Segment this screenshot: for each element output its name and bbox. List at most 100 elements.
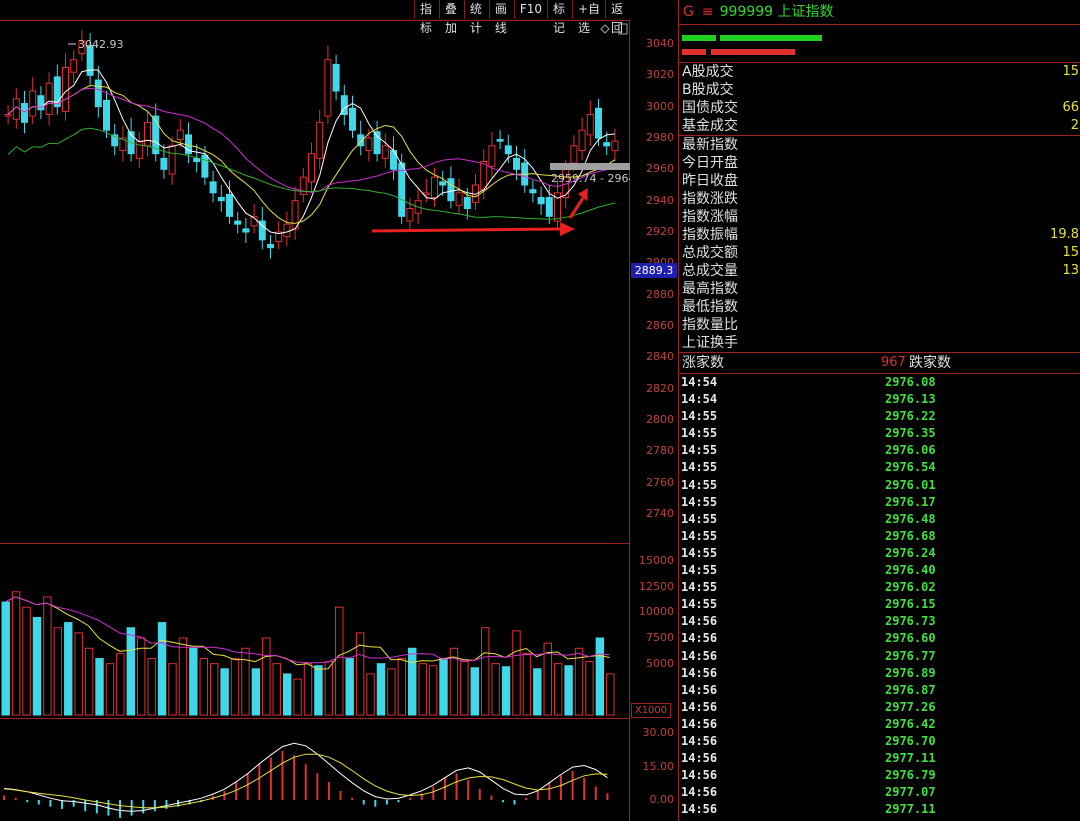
toolbar-button[interactable]: 画线 [488, 0, 514, 35]
volume-tick-label: 7500 [646, 631, 674, 644]
down-count-label: 跌家数 [909, 355, 951, 371]
candle-body [431, 176, 438, 199]
stat-row-label: 今日开盘 [682, 155, 738, 171]
candle-body [209, 181, 217, 194]
stat-row-label: 指数量比 [682, 317, 738, 333]
tick-price: 2976.70 [885, 733, 936, 748]
tick-row: 14:54 2976.13 [679, 391, 1080, 408]
tick-time: 14:56 [681, 648, 718, 663]
candle-body [226, 193, 233, 217]
toolbar-button[interactable]: 叠加 [438, 0, 464, 35]
volume-bar [480, 627, 490, 716]
price-tick-label: 2740 [646, 507, 674, 520]
menu-icon[interactable]: ≡ [702, 4, 714, 20]
stat-row: 总成交量 13 [679, 262, 1080, 280]
turnover-row: A股成交 15 [679, 63, 1080, 81]
volume-bar [397, 658, 407, 716]
volume-bar [84, 647, 94, 716]
stat-row-value: 13 [1062, 263, 1079, 278]
volume-bar [116, 652, 125, 716]
candle-body [70, 59, 78, 73]
stat-row-value: 19.8 [1050, 227, 1079, 242]
up-count-value: 967 [881, 355, 906, 370]
candle-body [422, 192, 430, 195]
price-tick-label: 2940 [646, 193, 674, 207]
volume-bar [64, 622, 73, 716]
tick-price: 2976.35 [885, 426, 936, 441]
tick-time: 14:56 [681, 802, 718, 817]
tick-time: 14:55 [681, 460, 718, 475]
volume-bar [22, 606, 31, 716]
high-price-label: 3042.93 [78, 38, 124, 51]
tick-row: 14:55 2976.48 [679, 511, 1080, 528]
volume-bar [491, 663, 500, 716]
tick-time: 14:55 [681, 426, 718, 441]
toolbar-button[interactable]: 指标 [414, 0, 439, 35]
toolbar-button[interactable]: 标记 [546, 0, 572, 35]
index-name: 上证指数 [777, 4, 834, 20]
candle-body [316, 121, 324, 159]
candle-body [480, 161, 488, 191]
volume-bar [387, 668, 396, 716]
volume-bar [251, 668, 261, 716]
toolbar-button[interactable]: F10 [513, 0, 547, 19]
stat-row: 指数振幅 19.8 [679, 226, 1080, 244]
stat-row: 总成交额 15 [679, 244, 1080, 262]
tick-time: 14:55 [681, 528, 718, 543]
toolbar-button[interactable]: 统计 [463, 0, 489, 35]
volume-bar [522, 652, 532, 716]
volume-bar [595, 637, 605, 716]
candle-body [332, 63, 340, 92]
tick-row: 14:55 2976.06 [679, 442, 1080, 459]
volume-tick-label: 5000 [646, 656, 674, 670]
tick-row: 14:56 2976.87 [679, 682, 1080, 699]
volume-bar [460, 661, 469, 716]
kline-chart[interactable]: 3042.93 2959.74 - 2964 [0, 0, 630, 821]
turnover-row: 国债成交 66 [679, 99, 1080, 117]
price-tick-label: 2780 [646, 444, 674, 458]
tick-time: 14:55 [681, 511, 718, 526]
volume-bar [168, 663, 177, 716]
tick-time: 14:56 [681, 733, 718, 748]
volume-bar [199, 658, 208, 716]
price-tick-label: 2760 [646, 475, 674, 489]
tick-row: 14:56 2977.11 [679, 801, 1080, 818]
tick-row: 14:55 2976.54 [679, 459, 1080, 476]
volume-bar [303, 663, 313, 716]
stat-row-label: 总成交额 [682, 245, 738, 261]
macd-tick-label: 0.00 [649, 793, 675, 806]
toolbar-button[interactable]: +自选 [571, 0, 605, 35]
candle-body [4, 114, 12, 117]
tick-list[interactable]: 14:54 2976.08 14:54 2976.13 14:55 2976.22 14:5… [679, 373, 1080, 818]
candle-body [447, 178, 455, 202]
candle-body [513, 157, 520, 170]
turnover-row-value: 66 [1062, 100, 1079, 115]
candle-body [234, 220, 242, 225]
candle-body [103, 99, 110, 131]
tick-time: 14:56 [681, 751, 718, 766]
toolbar-button[interactable]: 返回 [605, 0, 630, 35]
volume-bar [533, 668, 542, 716]
turnover-row: B股成交 [679, 81, 1080, 99]
tick-price: 2976.15 [885, 597, 936, 612]
price-axis: 3040302030002980296029402920290028802860… [630, 0, 678, 821]
volume-bar [95, 658, 104, 716]
volume-bar [74, 632, 83, 716]
kline-chart-area[interactable]: 3042.93 2959.74 - 2964 指标 叠加 统计 画线 F10 标记 +自选 返回 [0, 0, 630, 821]
candle-body [504, 145, 512, 155]
candle-body [21, 103, 28, 123]
tick-row: 14:56 2976.70 [679, 733, 1080, 750]
candle-body [291, 200, 299, 230]
stat-row: 指数量比 [679, 316, 1080, 334]
volume-bar [147, 658, 156, 716]
breadth-bars [679, 25, 1080, 63]
volume-bar [324, 661, 334, 716]
price-tick-label: 2800 [646, 413, 674, 426]
volume-bar [43, 596, 52, 716]
tick-time: 14:55 [681, 409, 718, 424]
tick-row: 14:55 2976.15 [679, 596, 1080, 613]
volume-bar [428, 665, 438, 716]
down-bar-long [711, 49, 795, 55]
tick-time: 14:56 [681, 768, 718, 783]
tick-price: 2976.54 [885, 460, 936, 475]
